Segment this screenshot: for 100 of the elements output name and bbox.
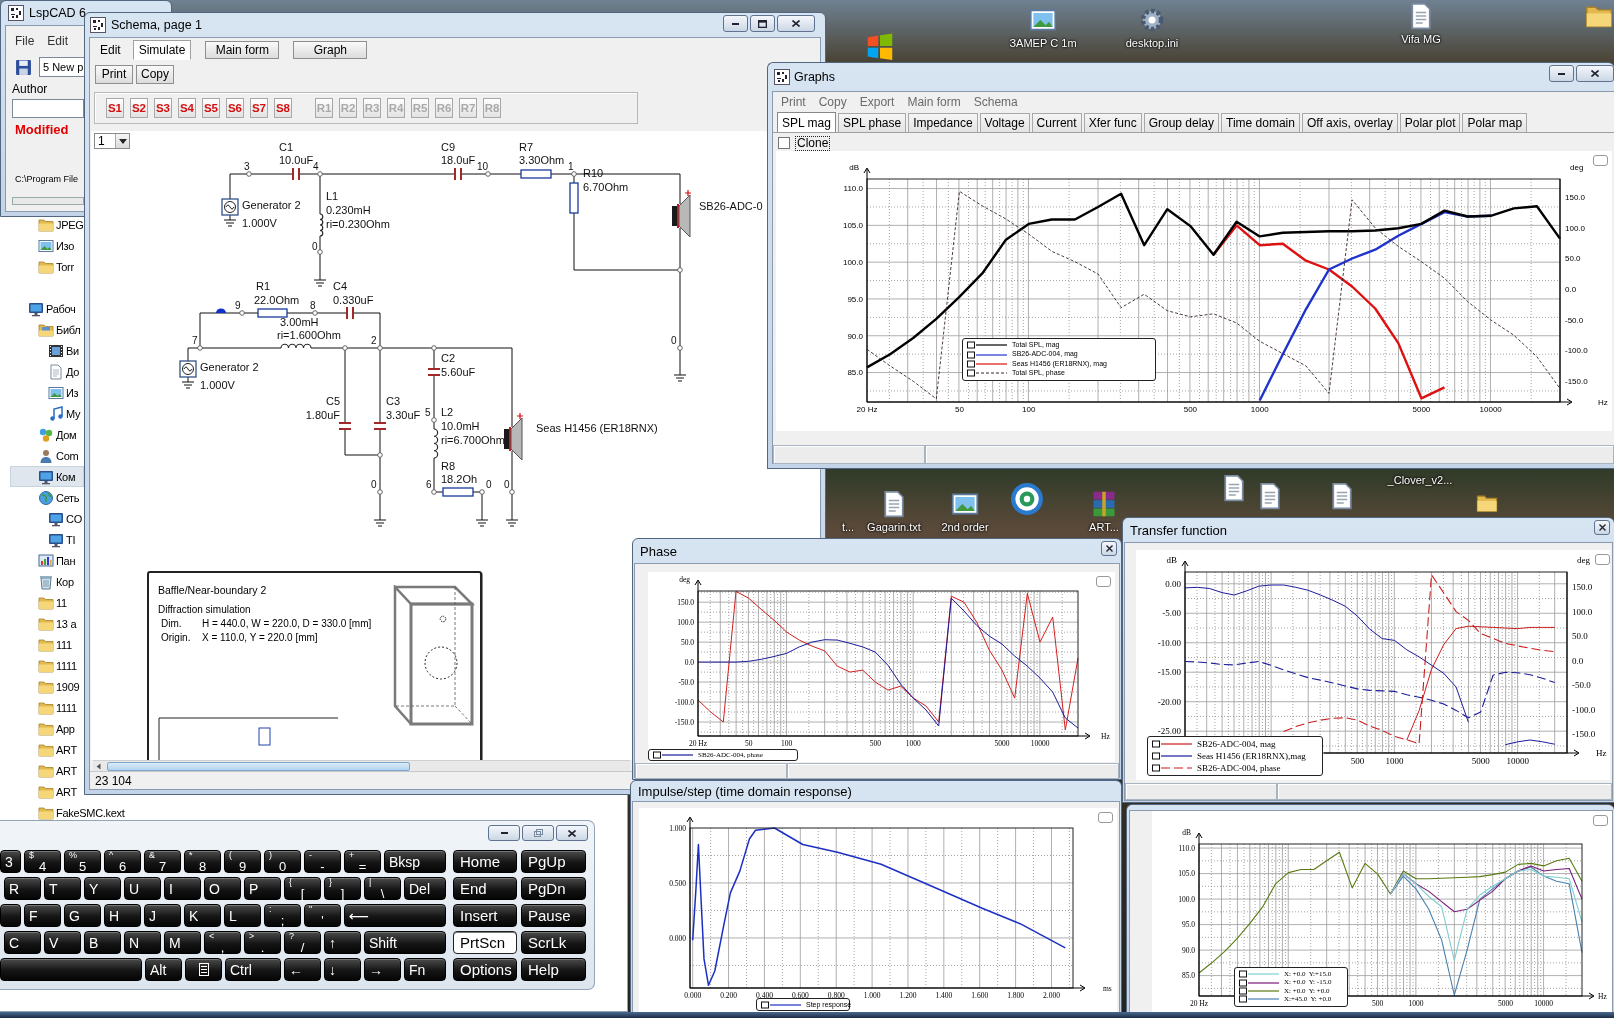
corner-checkbox[interactable] xyxy=(1593,815,1608,826)
icon-label[interactable]: Gagarin.txt xyxy=(867,521,921,534)
store-button[interactable]: S2 xyxy=(130,98,148,118)
minimize-button[interactable] xyxy=(723,15,748,32)
keyboard-key[interactable]: ? / xyxy=(284,931,321,954)
tree-item[interactable]: 1909 xyxy=(10,676,84,697)
keyboard-key[interactable]: G xyxy=(64,904,101,927)
tree-item[interactable]: FakeSMC.kext xyxy=(10,802,128,823)
keyboard-key[interactable]: PgDn xyxy=(521,877,586,900)
keyboard-key[interactable]: K xyxy=(184,904,221,927)
keyboard-key[interactable]: M xyxy=(164,931,201,954)
tree-item[interactable]: ART xyxy=(10,781,84,802)
restore-button[interactable] xyxy=(522,825,554,841)
corner-checkbox[interactable] xyxy=(1096,576,1111,587)
tab[interactable]: SPL phase xyxy=(837,113,907,132)
node-terminal[interactable] xyxy=(677,345,683,351)
tree-item[interactable]: ART xyxy=(10,739,84,760)
baffle-panel[interactable]: Baffle/Near-boundary 2 Diffraction simulation Dim. H = 440.0, W = 220.0, D = 330.0 [mm] Origin. X = 110.0, Y = 220.0 [mm] xyxy=(147,571,482,760)
keyboard-key[interactable]: $ 4 xyxy=(24,850,61,873)
tree-item[interactable]: Му xyxy=(10,403,84,424)
keyboard-key[interactable]: I xyxy=(164,877,201,900)
keyboard-key[interactable]: ScrLk xyxy=(521,931,586,954)
keyboard-key[interactable]: Y xyxy=(84,877,121,900)
node-terminal[interactable] xyxy=(431,345,437,351)
tab[interactable]: Current xyxy=(1031,113,1082,132)
tab[interactable]: Group delay xyxy=(1143,113,1220,132)
keyboard-key[interactable]: 3 xyxy=(0,850,21,873)
close-button[interactable] xyxy=(1101,541,1117,556)
node-terminal[interactable] xyxy=(479,489,485,495)
keyboard-key[interactable]: Home xyxy=(453,850,517,873)
tree-item[interactable]: 1111 xyxy=(10,655,84,676)
tree-item[interactable]: Библ xyxy=(10,319,84,340)
nav-button[interactable]: Main form xyxy=(205,41,280,59)
keyboard-key[interactable] xyxy=(185,958,222,981)
keyboard-key[interactable]: & 7 xyxy=(144,850,181,873)
tree-item[interactable]: До xyxy=(10,361,84,382)
keyboard-key[interactable]: + = xyxy=(344,850,381,873)
close-button[interactable] xyxy=(556,825,588,841)
tree-item[interactable]: Рабоч xyxy=(10,298,84,319)
tree-item[interactable]: Ком xyxy=(10,466,84,487)
legend-key-icon[interactable] xyxy=(1239,986,1279,995)
icon-label[interactable]: t... xyxy=(841,521,855,534)
keyboard-key[interactable]: | \ xyxy=(364,877,401,900)
checkbox[interactable] xyxy=(778,137,790,149)
tree-item[interactable]: 11 xyxy=(10,592,84,613)
close-button[interactable] xyxy=(777,15,815,32)
node-terminal[interactable] xyxy=(312,310,318,316)
keyboard-key[interactable]: Help xyxy=(521,958,586,981)
tree-item[interactable]: CO xyxy=(10,508,85,529)
keyboard-key[interactable]: * 8 xyxy=(184,850,221,873)
icon-label[interactable]: ЗАМЕР С 1m xyxy=(1009,37,1077,50)
keyboard-key[interactable]: B xyxy=(84,931,121,954)
keyboard-key[interactable]: U xyxy=(124,877,161,900)
tool-button[interactable]: Print xyxy=(95,64,133,84)
icon-label[interactable]: desktop.ini xyxy=(1125,37,1179,50)
tree-item[interactable]: 111 xyxy=(10,634,84,655)
tree-item[interactable]: Из xyxy=(10,382,84,403)
legend-key-icon[interactable] xyxy=(1152,752,1192,761)
keyboard-key[interactable]: PgUp xyxy=(521,850,586,873)
minimize-button[interactable] xyxy=(488,825,520,841)
keyboard-key[interactable] xyxy=(0,904,21,927)
keyboard-key[interactable]: " ' xyxy=(304,904,341,927)
save-button[interactable] xyxy=(15,58,32,76)
page-dropdown[interactable]: 1 xyxy=(94,133,130,149)
tree-item[interactable]: Ви xyxy=(10,340,84,361)
tree-item[interactable]: Torr xyxy=(10,256,84,277)
keyboard-key[interactable]: < , xyxy=(204,931,241,954)
keyboard-key[interactable]: Pause xyxy=(521,904,586,927)
keyboard-key[interactable]: } ] xyxy=(324,877,361,900)
keyboard-key[interactable]: ↓ xyxy=(324,958,361,981)
store-button[interactable]: S5 xyxy=(202,98,220,118)
keyboard-key[interactable]: J xyxy=(144,904,181,927)
project-field[interactable]: 5 New p xyxy=(39,57,85,77)
minimize-button[interactable] xyxy=(1549,65,1574,82)
keyboard-key[interactable]: → xyxy=(364,958,401,981)
keyboard-key[interactable]: ( 9 xyxy=(224,850,261,873)
tree-item[interactable]: TI xyxy=(10,529,84,550)
keyboard-key[interactable]: PrtScn xyxy=(453,931,517,954)
tree-item[interactable]: App xyxy=(10,718,84,739)
keyboard-key[interactable]: T xyxy=(44,877,81,900)
maximize-button[interactable] xyxy=(750,15,775,32)
menu-item[interactable]: Print xyxy=(781,95,806,109)
node-terminal[interactable] xyxy=(197,345,203,351)
node-terminal[interactable] xyxy=(342,345,348,351)
menu-item[interactable]: Schema xyxy=(973,95,1018,109)
tree-item[interactable]: 13 a xyxy=(10,613,84,634)
tree-item[interactable]: Сеть xyxy=(10,487,84,508)
keyboard-key[interactable]: End xyxy=(453,877,517,900)
corner-checkbox[interactable] xyxy=(1595,554,1610,565)
tree-item[interactable]: ART xyxy=(10,760,84,781)
keyboard-key[interactable]: ↑ xyxy=(324,931,361,954)
node-terminal[interactable] xyxy=(677,267,683,273)
tree-item[interactable]: Изо xyxy=(10,235,84,256)
keyboard-key[interactable]: Alt xyxy=(145,958,182,981)
keyboard-key[interactable]: { [ xyxy=(284,877,321,900)
tree-item[interactable]: JPEG xyxy=(10,214,87,235)
keyboard-key[interactable]: Options xyxy=(453,958,517,981)
tool-button[interactable]: Copy xyxy=(136,64,174,84)
node-terminal[interactable] xyxy=(377,345,383,351)
menu-item[interactable]: Export xyxy=(859,95,895,109)
